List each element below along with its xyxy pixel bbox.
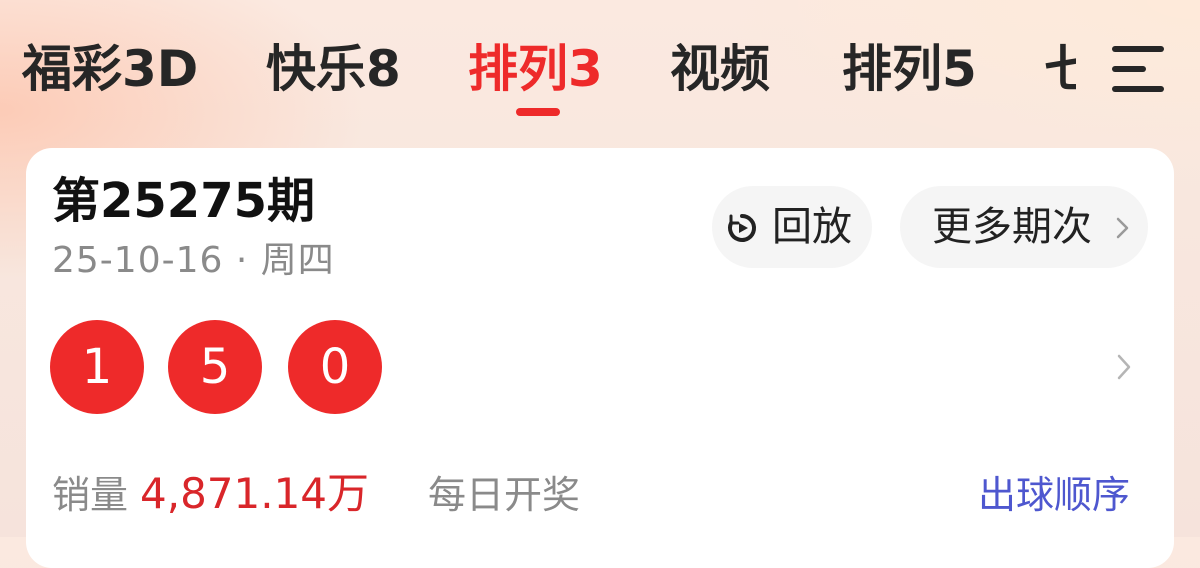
chevron-right-icon[interactable] <box>1112 351 1136 383</box>
tab-overflow-clip: 七 <box>1040 30 1076 110</box>
number-ball: 5 <box>168 320 262 414</box>
draw-result-card: 第25275期 25-10-16 · 周四 回放 更多期次 1 5 0 销量 4… <box>26 148 1174 568</box>
draw-frequency: 每日开奖 <box>428 473 581 517</box>
lottery-tab-bar: 福彩3D 快乐8 排列3 视频 排列5 七 <box>0 0 1200 140</box>
tab-qi-partial[interactable]: 七 <box>1044 38 1076 100</box>
hamburger-menu-icon[interactable] <box>1108 42 1166 96</box>
sales-label: 销量 <box>52 473 129 517</box>
tab-kuaile-8[interactable]: 快乐8 <box>266 38 401 100</box>
replay-icon <box>728 214 756 242</box>
chevron-right-icon <box>1116 217 1129 239</box>
replay-label: 回放 <box>772 204 852 250</box>
sales-value: 4,871.14万 <box>140 469 370 518</box>
tab-fucai-3d[interactable]: 福彩3D <box>22 38 198 100</box>
issue-number: 第25275期 <box>52 173 315 229</box>
tab-pailie-5[interactable]: 排列5 <box>842 38 977 100</box>
replay-button[interactable]: 回放 <box>712 186 872 268</box>
more-issues-button[interactable]: 更多期次 <box>900 186 1148 268</box>
tab-video[interactable]: 视频 <box>670 38 770 100</box>
active-tab-indicator <box>516 108 560 116</box>
number-ball: 0 <box>288 320 382 414</box>
tab-pailie-3[interactable]: 排列3 <box>468 38 603 100</box>
number-ball: 1 <box>50 320 144 414</box>
ball-order-link[interactable]: 出球顺序 <box>978 470 1130 520</box>
draw-date: 25-10-16 · 周四 <box>52 240 335 281</box>
more-issues-label: 更多期次 <box>932 204 1092 250</box>
